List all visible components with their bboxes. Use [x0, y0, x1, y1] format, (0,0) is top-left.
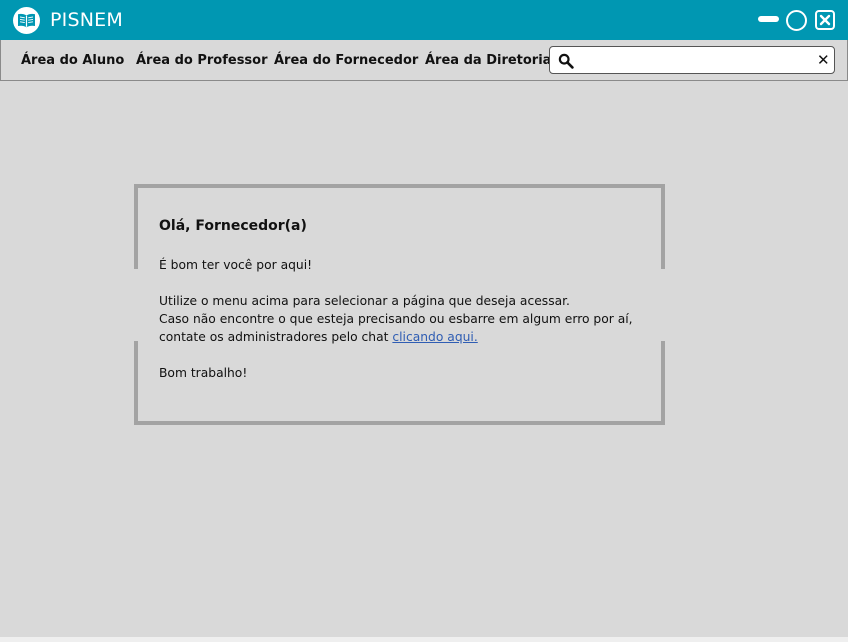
card-border-left-bottom — [134, 341, 138, 421]
chat-link[interactable]: clicando aqui. — [392, 330, 477, 344]
menu-item-area-diretoria[interactable]: Área da Diretoria — [425, 52, 551, 70]
open-book-icon — [18, 13, 35, 28]
card-border-right-top — [661, 188, 665, 269]
clear-search-icon[interactable]: ✕ — [817, 51, 830, 69]
app-title: PISNEM — [50, 9, 123, 31]
welcome-title: Olá, Fornecedor(a) — [159, 218, 307, 234]
welcome-instruction-line-3: contate os administradores pelo chat cli… — [159, 328, 478, 346]
card-border-left-top — [134, 188, 138, 269]
card-border-right-bottom — [661, 341, 665, 421]
contact-text: contate os administradores pelo chat — [159, 330, 393, 344]
close-button[interactable] — [815, 10, 835, 30]
welcome-card: Olá, Fornecedor(a) É bom ter você por aq… — [134, 184, 665, 425]
close-icon — [819, 14, 831, 26]
welcome-instruction-line-2: Caso não encontre o que esteja precisand… — [159, 312, 633, 326]
menu-bar: Área do Aluno Área do Professor Área do … — [0, 40, 848, 81]
menu-item-area-fornecedor[interactable]: Área do Fornecedor — [274, 52, 418, 70]
maximize-button[interactable] — [786, 10, 807, 31]
bottom-edge — [0, 637, 848, 642]
search-input[interactable] — [580, 49, 806, 71]
minimize-button[interactable] — [758, 16, 779, 22]
app-logo — [13, 7, 40, 34]
welcome-closing: Bom trabalho! — [159, 366, 248, 380]
menu-item-area-aluno[interactable]: Área do Aluno — [21, 52, 124, 70]
welcome-greeting: É bom ter você por aqui! — [159, 258, 313, 272]
title-bar: PISNEM — [0, 0, 848, 40]
welcome-instruction-line-1: Utilize o menu acima para selecionar a p… — [159, 294, 570, 308]
search-icon[interactable] — [558, 53, 574, 69]
menu-item-area-professor[interactable]: Área do Professor — [136, 52, 268, 70]
search-box: ✕ — [549, 46, 835, 74]
